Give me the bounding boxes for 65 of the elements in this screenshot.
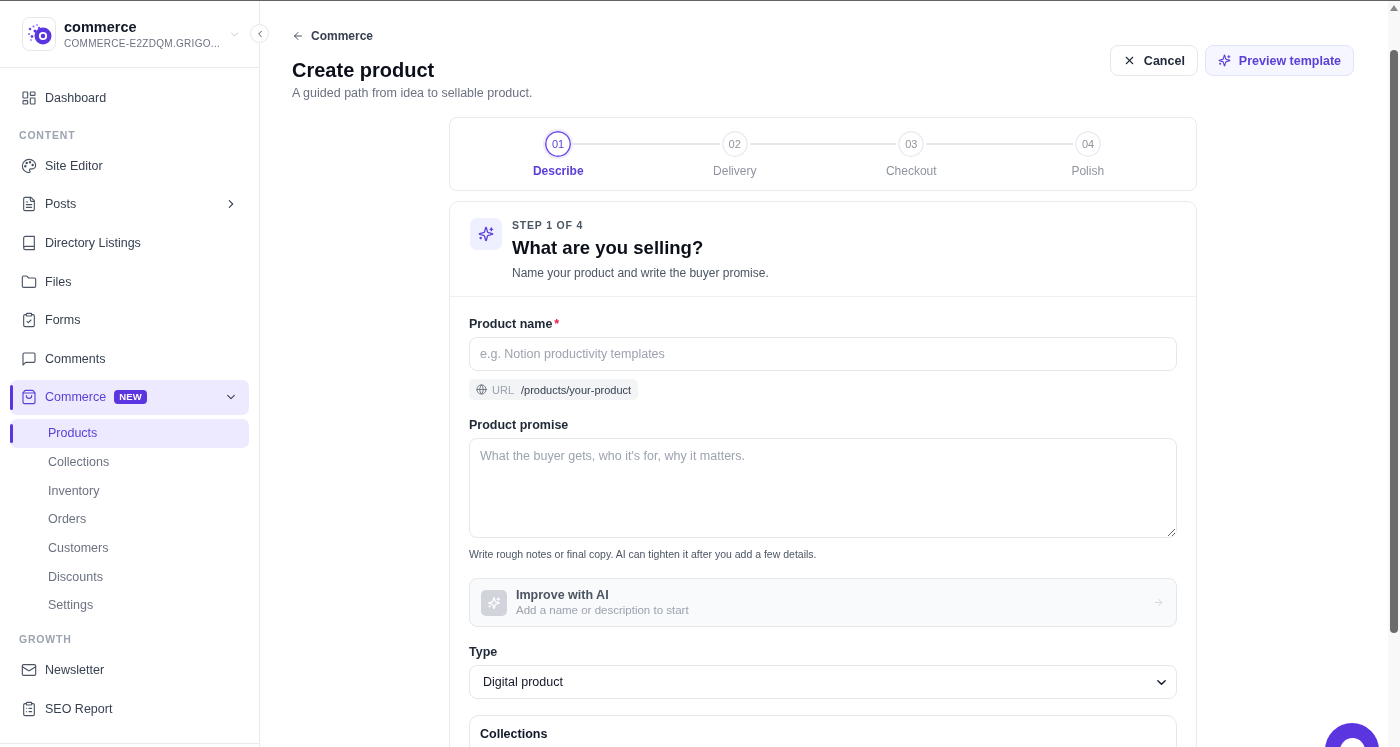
arrow-left-icon (292, 30, 304, 42)
nav-subitem[interactable]: Settings (10, 590, 249, 620)
palette-icon (21, 157, 37, 174)
cancel-button[interactable]: Cancel (1109, 45, 1198, 76)
nav-subitem[interactable]: Collections (10, 447, 249, 477)
logo-icon (22, 17, 56, 51)
scroll-up-arrow-icon[interactable] (1390, 5, 1398, 11)
step-subtitle: Name your product and write the buyer promise. (512, 265, 769, 281)
workspace-domain: COMMERCE-E2ZDQM.GRIGO... (64, 36, 222, 51)
url-prefix: URL (492, 383, 514, 396)
field-label: Product name * (469, 316, 561, 332)
nav-subitem[interactable]: Products (10, 418, 249, 448)
scrollbar-track[interactable] (1388, 1, 1400, 747)
sparkles-icon (481, 589, 507, 616)
section-heading: GROWTH (18, 632, 73, 647)
field-label: Product promise (469, 417, 570, 433)
collapse-sidebar-button[interactable] (250, 24, 269, 43)
globe-icon (476, 384, 487, 395)
page-subtitle: A guided path from idea to sellable product. (292, 85, 533, 102)
clipboard-list-icon (21, 700, 37, 717)
chevron-left-icon (255, 29, 264, 38)
nav-badge: NEW (114, 390, 147, 405)
nav-item[interactable]: Posts (10, 187, 249, 222)
workspace-name: commerce (64, 17, 138, 36)
chevron-down-icon (230, 29, 239, 39)
field-hint: Write rough notes or final copy. AI can tighten it after you add a few details. (469, 547, 818, 561)
shopping-bag-icon (21, 389, 37, 406)
preview-button[interactable]: Preview template (1204, 45, 1354, 76)
product-name-input[interactable]: e.g. Notion productivity templates (469, 337, 1177, 371)
step-indicator[interactable]: 01 (543, 129, 573, 159)
document-icon (21, 196, 37, 213)
type-select[interactable]: Digital product (469, 665, 1177, 699)
scrollbar-thumb[interactable] (1390, 50, 1398, 633)
nav-item[interactable]: Directory Listings (10, 225, 249, 261)
nav-item[interactable]: Newsletter (10, 653, 249, 688)
step-eyebrow: STEP 1 OF 4 (512, 218, 585, 232)
page-title: Create product (292, 58, 436, 83)
nav-subitem[interactable]: Customers (10, 533, 249, 563)
back-link[interactable]: Commerce (292, 27, 374, 45)
chat-bubble-icon (21, 350, 37, 367)
nav-item[interactable]: Forms (10, 303, 249, 338)
nav-item[interactable]: Files (10, 264, 249, 299)
envelope-icon (21, 662, 37, 679)
nav-item[interactable]: Dashboard (10, 81, 249, 116)
url-path: /products/your-product (521, 383, 632, 396)
nav-subitem[interactable]: Discounts (10, 562, 249, 591)
book-icon (21, 235, 37, 251)
step-label[interactable]: Describe (532, 163, 584, 179)
sparkles-icon (470, 218, 502, 250)
product-promise-textarea[interactable]: What the buyer gets, who it's for, why it matters. (469, 438, 1177, 538)
field-label: Type (469, 644, 499, 660)
nav-item[interactable]: Commerce NEW (10, 380, 249, 415)
sparkles-icon (1217, 54, 1231, 67)
nav-item[interactable]: SEO Report (10, 691, 249, 726)
nav-subitem[interactable]: Orders (10, 504, 249, 534)
folder-icon (21, 273, 37, 290)
section-heading: CONTENT (18, 127, 77, 142)
clipboard-check-icon (21, 312, 37, 329)
nav-item[interactable]: Site Editor (10, 148, 249, 183)
step-title: What are you selling? (512, 236, 705, 260)
grid-icon (21, 90, 37, 107)
arrow-right-icon (1153, 597, 1164, 608)
nav-subitem[interactable]: Inventory (10, 476, 249, 505)
collections-title: Collections (480, 726, 549, 742)
nav-item[interactable]: Comments (10, 341, 249, 376)
